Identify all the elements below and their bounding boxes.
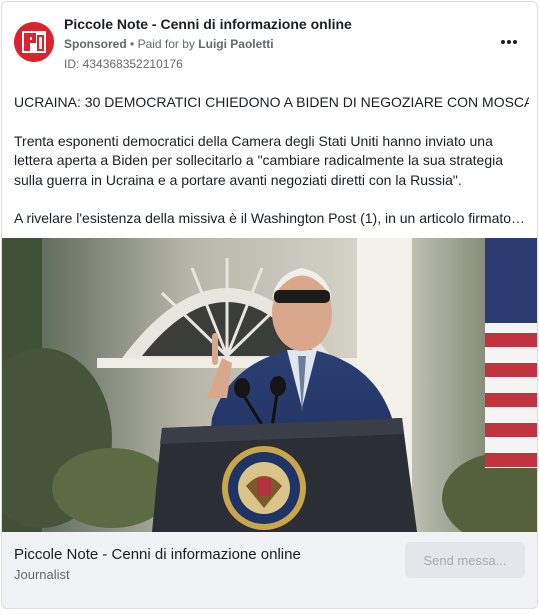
page-name-link[interactable]: Piccole Note - Cenni di informazione onl…	[64, 16, 352, 32]
post-paragraph: Trenta esponenti democratici della Camer…	[14, 132, 504, 188]
ad-id: ID: 434368352210176	[64, 57, 183, 71]
man-speaking-at-podium-photo	[2, 238, 537, 532]
post-headline: UCRAINA: 30 DEMOCRATICI CHIEDONO A BIDEN…	[14, 94, 529, 110]
paid-for-prefix: Paid for by	[137, 37, 195, 51]
post-body: UCRAINA: 30 DEMOCRATICI CHIEDONO A BIDEN…	[14, 93, 529, 248]
post-header: Piccole Note - Cenni di informazione onl…	[2, 2, 537, 82]
send-message-button[interactable]: Send messa...	[405, 542, 525, 578]
footer-category: Journalist	[14, 567, 70, 582]
pn-logo-icon	[14, 22, 54, 62]
footer-page-name[interactable]: Piccole Note - Cenni di informazione onl…	[14, 546, 301, 563]
post-image[interactable]	[2, 238, 537, 532]
more-horizontal-icon	[501, 40, 505, 44]
sponsored-post-card: Piccole Note - Cenni di informazione onl…	[1, 1, 538, 609]
payer-name: Luigi Paoletti	[198, 37, 274, 51]
post-footer: Piccole Note - Cenni di informazione onl…	[2, 532, 537, 608]
page-avatar-logo[interactable]	[14, 22, 54, 62]
presidential-seal-icon	[222, 446, 306, 530]
more-options-button[interactable]	[497, 32, 521, 52]
meta-separator: •	[130, 37, 135, 51]
sponsored-meta: Sponsored • Paid for by Luigi Paoletti	[64, 37, 274, 51]
post-paragraph-truncated[interactable]: A rivelare l'esistenza della missiva è i…	[14, 209, 529, 229]
sponsored-label: Sponsored	[64, 37, 127, 51]
